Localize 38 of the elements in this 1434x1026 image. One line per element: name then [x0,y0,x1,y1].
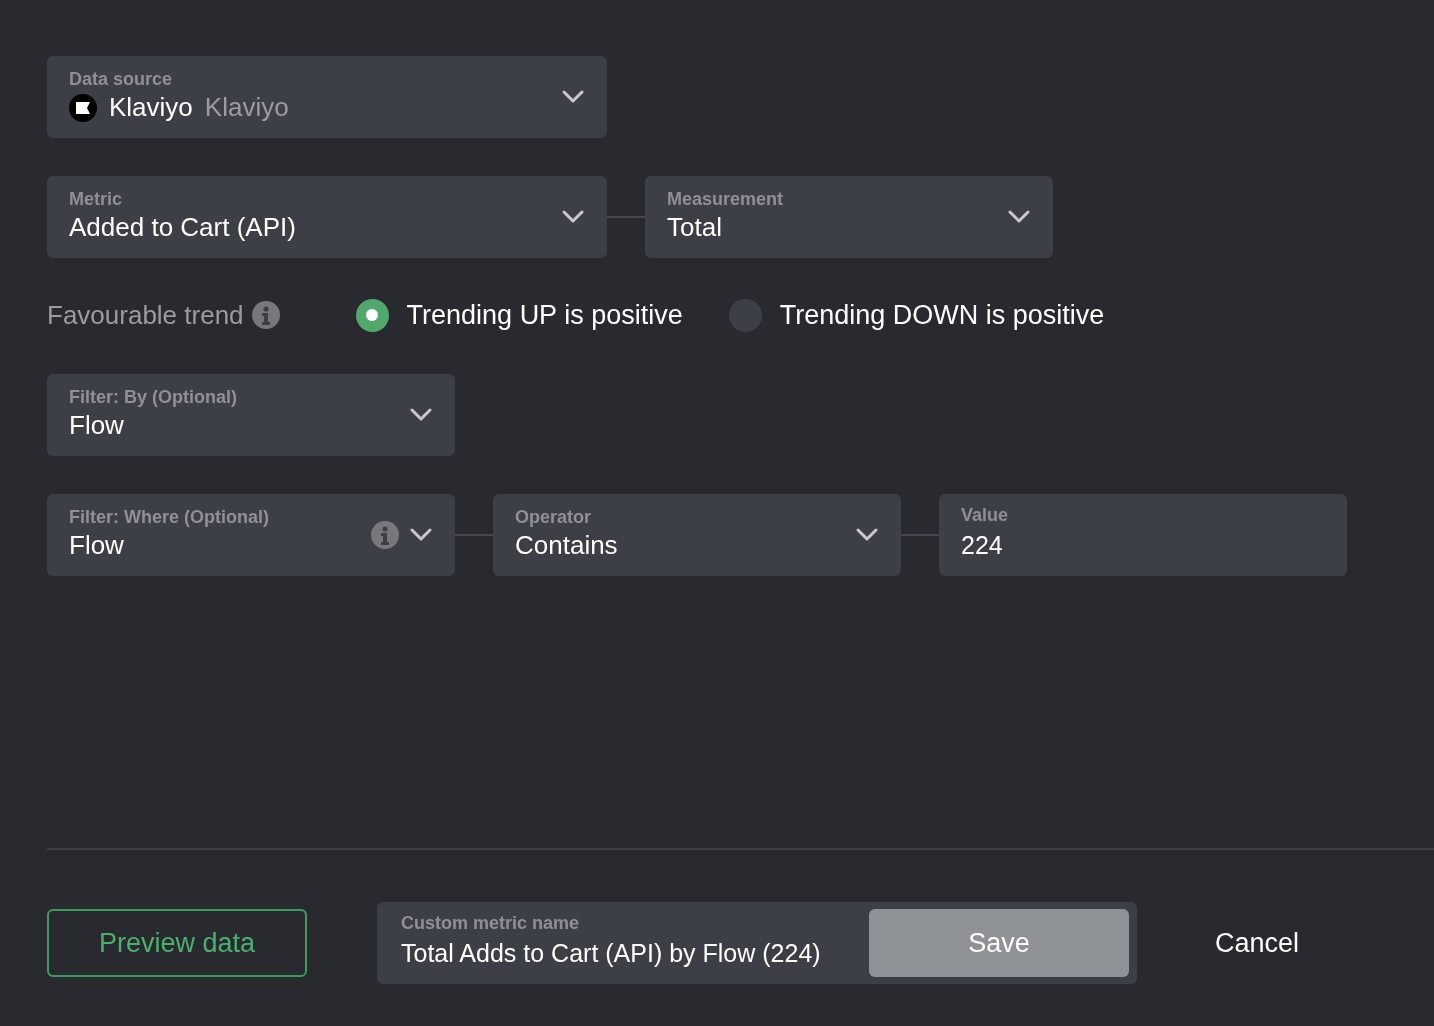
field-value: Total [667,210,722,244]
radio-button[interactable] [355,298,389,332]
field-label: Metric [69,189,122,211]
field-label: Measurement [667,189,784,211]
field-label: Filter: By (Optional) [69,387,237,409]
field-label: Operator [515,507,592,529]
field-label: Filter: Where (Optional) [69,507,269,529]
metric-name-field[interactable]: Custom metric name Total Adds to Cart (API) by Flow (224) Save [377,902,1137,984]
dropdown-field[interactable]: Data source Klaviyo Klaviyo [47,56,607,138]
trend-label: Favourable trend [47,298,244,332]
preview-data-button[interactable]: Preview data [47,909,307,977]
dropdown-field[interactable]: Operator Contains [493,494,901,576]
field-value: Klaviyo [109,90,193,124]
source-name: Klaviyo [204,90,289,124]
dropdown-field[interactable]: Filter: Where (Optional) Flow [47,494,455,576]
dropdown-field[interactable]: Measurement Total [645,176,1053,258]
field-label: Custom metric name [401,913,580,936]
value-field[interactable]: Value 224 [939,494,1347,576]
field-value: Contains [515,528,618,562]
cancel-button[interactable]: Cancel [1209,921,1306,965]
field-label: Data source [69,69,173,91]
field-value: Flow [69,528,124,562]
field-value: Flow [69,408,124,442]
dropdown-field[interactable]: Filter: By (Optional) Flow [47,374,455,456]
metric-name-input[interactable]: Total Adds to Cart (API) by Flow (224) [401,935,869,973]
chevron-down-icon [561,209,585,225]
field-label: Value [961,505,1009,528]
chevron-down-icon [561,89,585,105]
value-input[interactable]: 224 [961,527,1325,565]
chevron-down-icon [409,407,433,423]
radio-option[interactable]: Trending UP is positive [355,294,683,336]
field-value: Added to Cart (API) [69,210,296,244]
chevron-down-icon [855,527,879,543]
dropdown-field[interactable]: Metric Added to Cart (API) [47,176,607,258]
chevron-down-icon [1007,209,1031,225]
chevron-down-icon [409,527,433,543]
info-icon [251,301,280,329]
radio-option[interactable]: Trending DOWN is positive [728,294,1105,336]
